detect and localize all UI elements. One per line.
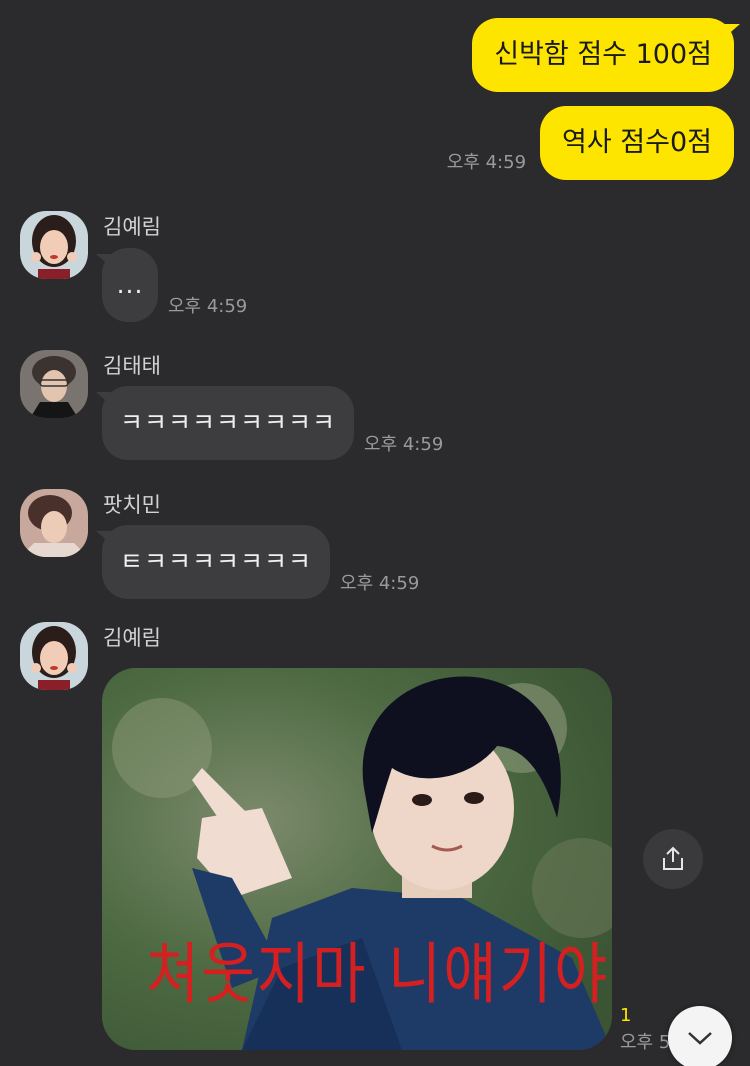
my-message-bubble[interactable]: 신박함 점수 100점 xyxy=(472,18,740,92)
sender-name: 김예림 xyxy=(103,626,161,650)
other-message-bubble[interactable]: ㅋㅋㅋㅋㅋㅋㅋㅋㅋ xyxy=(95,386,355,460)
unread-count: 1 xyxy=(620,1005,632,1026)
message-time: 오후 4:59 xyxy=(364,434,444,455)
image-caption: 쳐웃지마 니얘기야 xyxy=(146,934,610,1014)
message-time: 오후 5 xyxy=(620,1032,671,1053)
avatar[interactable] xyxy=(20,622,88,690)
image-message[interactable]: 쳐웃지마 니얘기야 xyxy=(102,668,612,1050)
message-time: 오후 4:59 xyxy=(340,573,420,594)
avatar[interactable] xyxy=(20,350,88,418)
other-message-row: ... 오후 4:59 xyxy=(96,248,248,322)
my-message-row: 오후 4:59 역사 점수0점 xyxy=(447,106,734,180)
sender-name: 김태태 xyxy=(103,354,161,378)
other-message-bubble[interactable]: ㅌㅋㅋㅋㅋㅋㅋㅋ xyxy=(95,525,331,599)
scroll-down-button[interactable] xyxy=(668,1006,732,1066)
message-time: 오후 4:59 xyxy=(446,152,527,173)
share-button[interactable] xyxy=(643,829,703,889)
other-message-row: ㅌㅋㅋㅋㅋㅋㅋㅋ 오후 4:59 xyxy=(95,525,420,599)
sender-name: 김예림 xyxy=(103,215,161,239)
avatar[interactable] xyxy=(20,489,88,557)
share-icon xyxy=(663,846,683,870)
sender-name: 팟치민 xyxy=(103,493,161,517)
message-time: 오후 4:59 xyxy=(168,296,248,317)
other-message-bubble[interactable]: ... xyxy=(96,248,158,322)
avatar[interactable] xyxy=(20,211,88,279)
chat-room: 신박함 점수 100점 오후 4:59 역사 점수0점 김예림 ... 오후 4… xyxy=(0,0,750,1066)
other-message-row: ㅋㅋㅋㅋㅋㅋㅋㅋㅋ 오후 4:59 xyxy=(95,386,444,460)
my-message-bubble[interactable]: 역사 점수0점 xyxy=(540,106,734,180)
my-message-row: 신박함 점수 100점 xyxy=(472,18,740,92)
chevron-down-icon xyxy=(688,1032,712,1045)
